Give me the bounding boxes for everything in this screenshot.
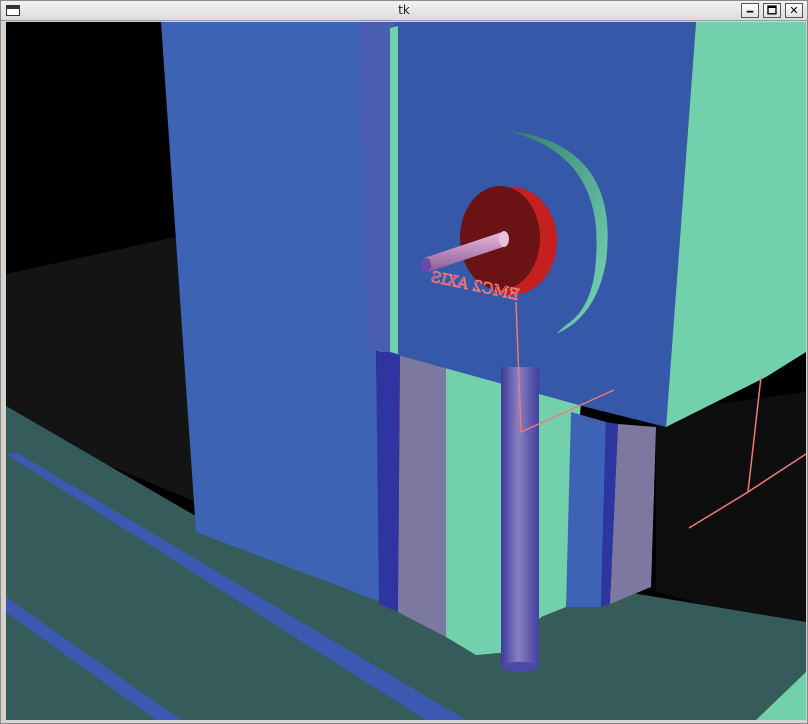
- slide-lavender: [610, 424, 656, 604]
- app-window: tk 🗕 🗖 ✕ EMC2 AXIS: [0, 0, 808, 724]
- title-bar[interactable]: tk 🗕 🗖 ✕: [1, 1, 807, 21]
- saddle-dark-strip: [376, 352, 400, 612]
- tool-pin-base: [421, 258, 431, 272]
- minimize-button[interactable]: 🗕: [741, 3, 759, 18]
- back-wall-right: [656, 392, 806, 632]
- machine-scene: EMC2 AXIS: [6, 22, 806, 720]
- maximize-button[interactable]: 🗖: [763, 3, 781, 18]
- tool-pin-end: [499, 231, 509, 247]
- head-edge-highlight: [390, 26, 398, 354]
- 3d-viewport[interactable]: EMC2 AXIS: [6, 22, 806, 720]
- window-title: tk: [398, 3, 410, 17]
- slide-blue: [566, 412, 606, 607]
- tool-tip: [501, 662, 539, 672]
- saddle-lavender: [398, 352, 446, 637]
- close-button[interactable]: ✕: [785, 3, 803, 18]
